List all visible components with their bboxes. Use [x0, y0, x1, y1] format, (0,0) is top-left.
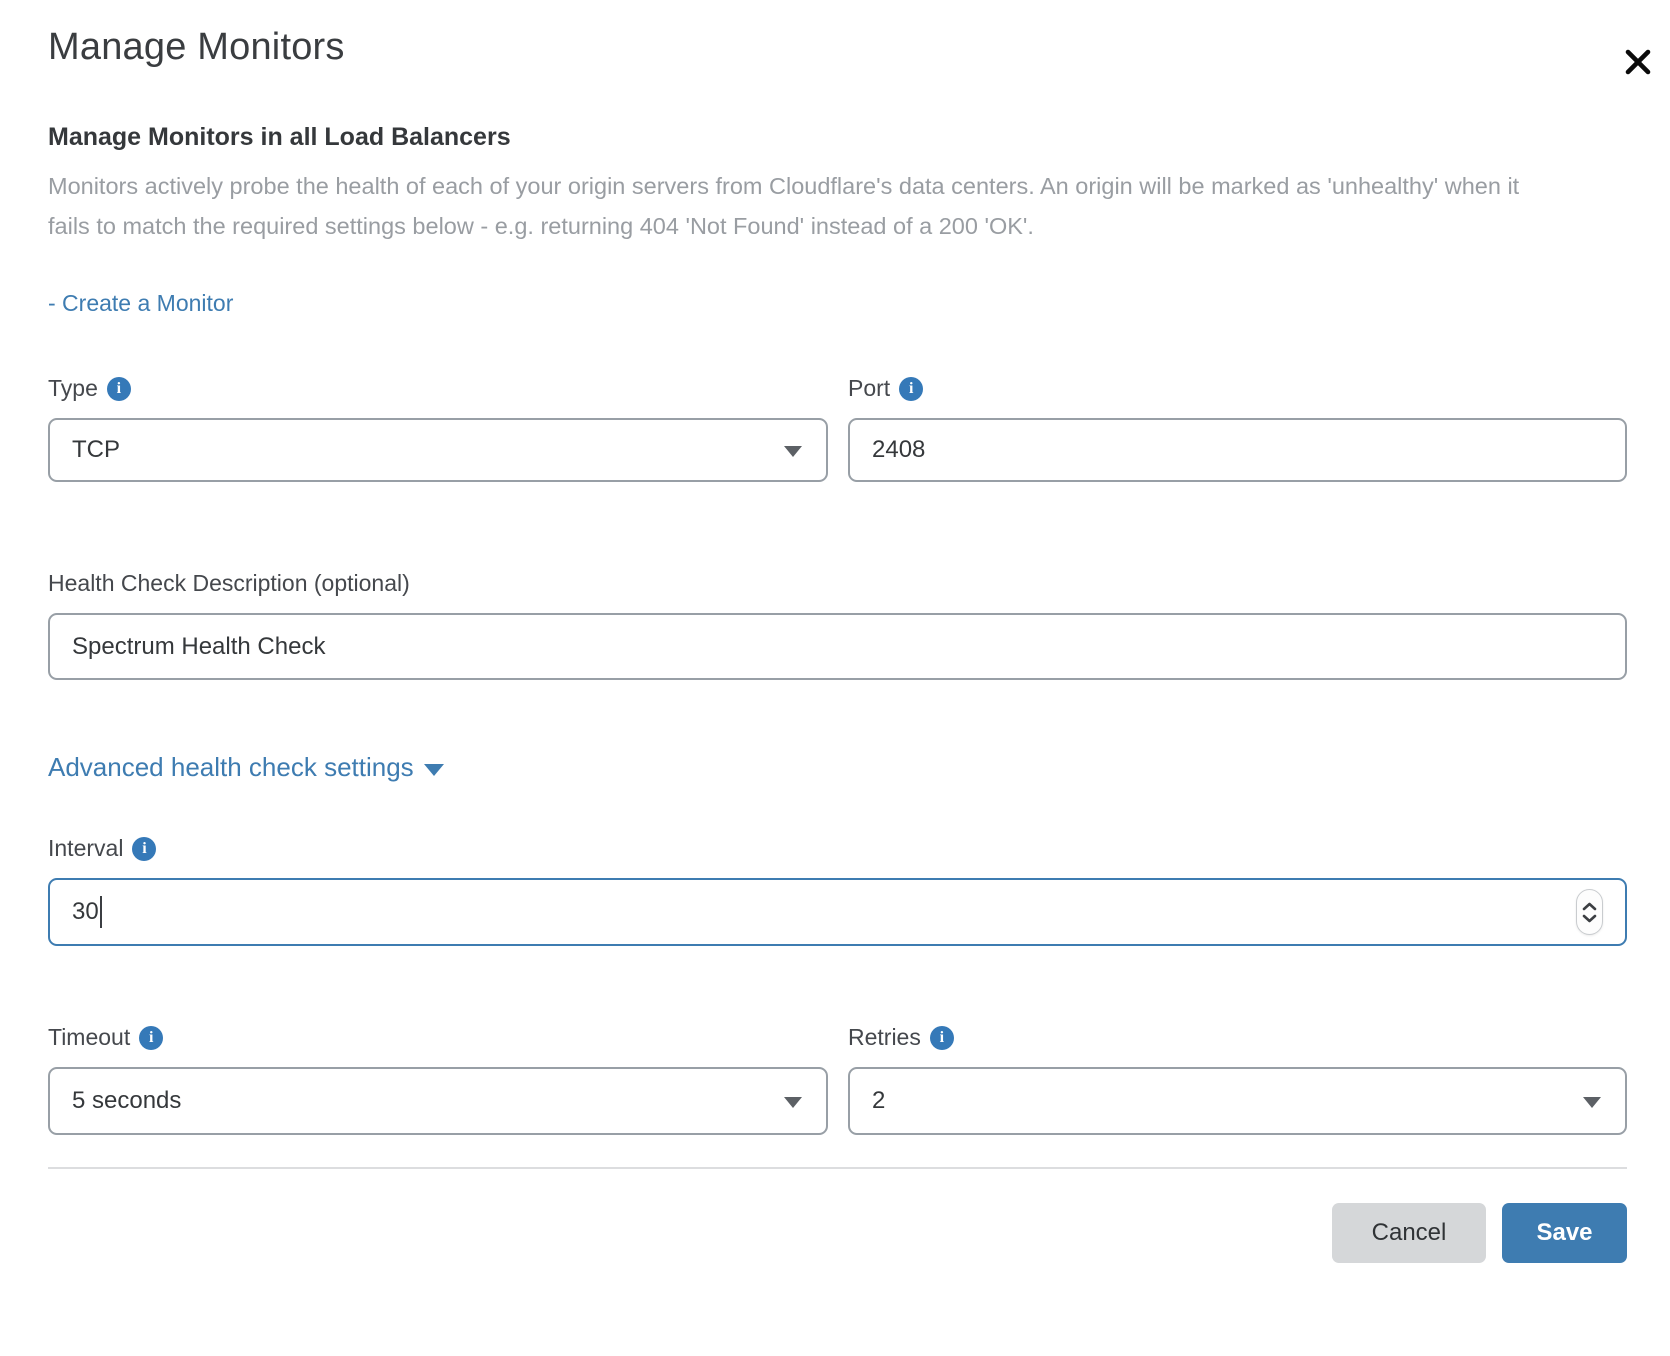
info-icon[interactable]: i	[107, 377, 131, 401]
port-input-value: 2408	[872, 436, 925, 464]
cancel-button[interactable]: Cancel	[1332, 1203, 1486, 1263]
health-check-description-input[interactable]: Spectrum Health Check	[48, 613, 1627, 680]
type-select-value: TCP	[72, 436, 120, 464]
info-icon[interactable]: i	[132, 837, 156, 861]
info-icon[interactable]: i	[930, 1026, 954, 1050]
advanced-settings-toggle[interactable]: Advanced health check settings	[48, 752, 444, 783]
footer-actions: Cancel Save	[48, 1203, 1627, 1263]
retries-field-group: Retries i 2	[848, 1024, 1627, 1135]
chevron-down-icon	[784, 1097, 802, 1108]
timeout-label: Timeout i	[48, 1024, 828, 1051]
type-field-group: Type i TCP	[48, 375, 828, 482]
save-button[interactable]: Save	[1502, 1203, 1627, 1263]
chevron-down-icon	[1582, 914, 1597, 923]
close-icon	[1623, 47, 1653, 80]
info-icon[interactable]: i	[899, 377, 923, 401]
description-label: Health Check Description (optional)	[48, 570, 1627, 597]
port-field-group: Port i 2408	[848, 375, 1627, 482]
port-input[interactable]: 2408	[848, 418, 1627, 482]
description-input-value: Spectrum Health Check	[72, 633, 325, 661]
section-description: Monitors actively probe the health of ea…	[48, 166, 1553, 246]
chevron-down-icon	[1583, 1097, 1601, 1108]
port-label: Port i	[848, 375, 1627, 402]
chevron-up-icon	[1582, 902, 1597, 911]
retries-label: Retries i	[848, 1024, 1627, 1051]
timeout-select[interactable]: 5 seconds	[48, 1067, 828, 1135]
interval-field-group: Interval i 30	[48, 835, 1627, 946]
timeout-retries-row: Timeout i 5 seconds Retries i 2	[48, 1024, 1627, 1135]
create-monitor-link[interactable]: - Create a Monitor	[48, 290, 233, 317]
triangle-down-icon	[424, 764, 444, 776]
type-label: Type i	[48, 375, 828, 402]
type-select[interactable]: TCP	[48, 418, 828, 482]
description-field-group: Health Check Description (optional) Spec…	[48, 570, 1627, 680]
section-heading: Manage Monitors in all Load Balancers	[48, 123, 1627, 152]
manage-monitors-modal: Manage Monitors Manage Monitors in all L…	[48, 26, 1627, 1263]
interval-input[interactable]: 30	[48, 878, 1627, 946]
number-stepper[interactable]	[1576, 889, 1603, 935]
text-cursor	[100, 896, 102, 928]
interval-label: Interval i	[48, 835, 1627, 862]
retries-select-value: 2	[872, 1087, 885, 1115]
modal-title: Manage Monitors	[48, 26, 1627, 69]
type-port-row: Type i TCP Port i 2408	[48, 375, 1627, 482]
timeout-select-value: 5 seconds	[72, 1087, 181, 1115]
retries-select[interactable]: 2	[848, 1067, 1627, 1135]
info-icon[interactable]: i	[139, 1026, 163, 1050]
chevron-down-icon	[784, 446, 802, 457]
timeout-field-group: Timeout i 5 seconds	[48, 1024, 828, 1135]
interval-input-value: 30	[72, 898, 99, 926]
footer-divider	[48, 1167, 1627, 1169]
